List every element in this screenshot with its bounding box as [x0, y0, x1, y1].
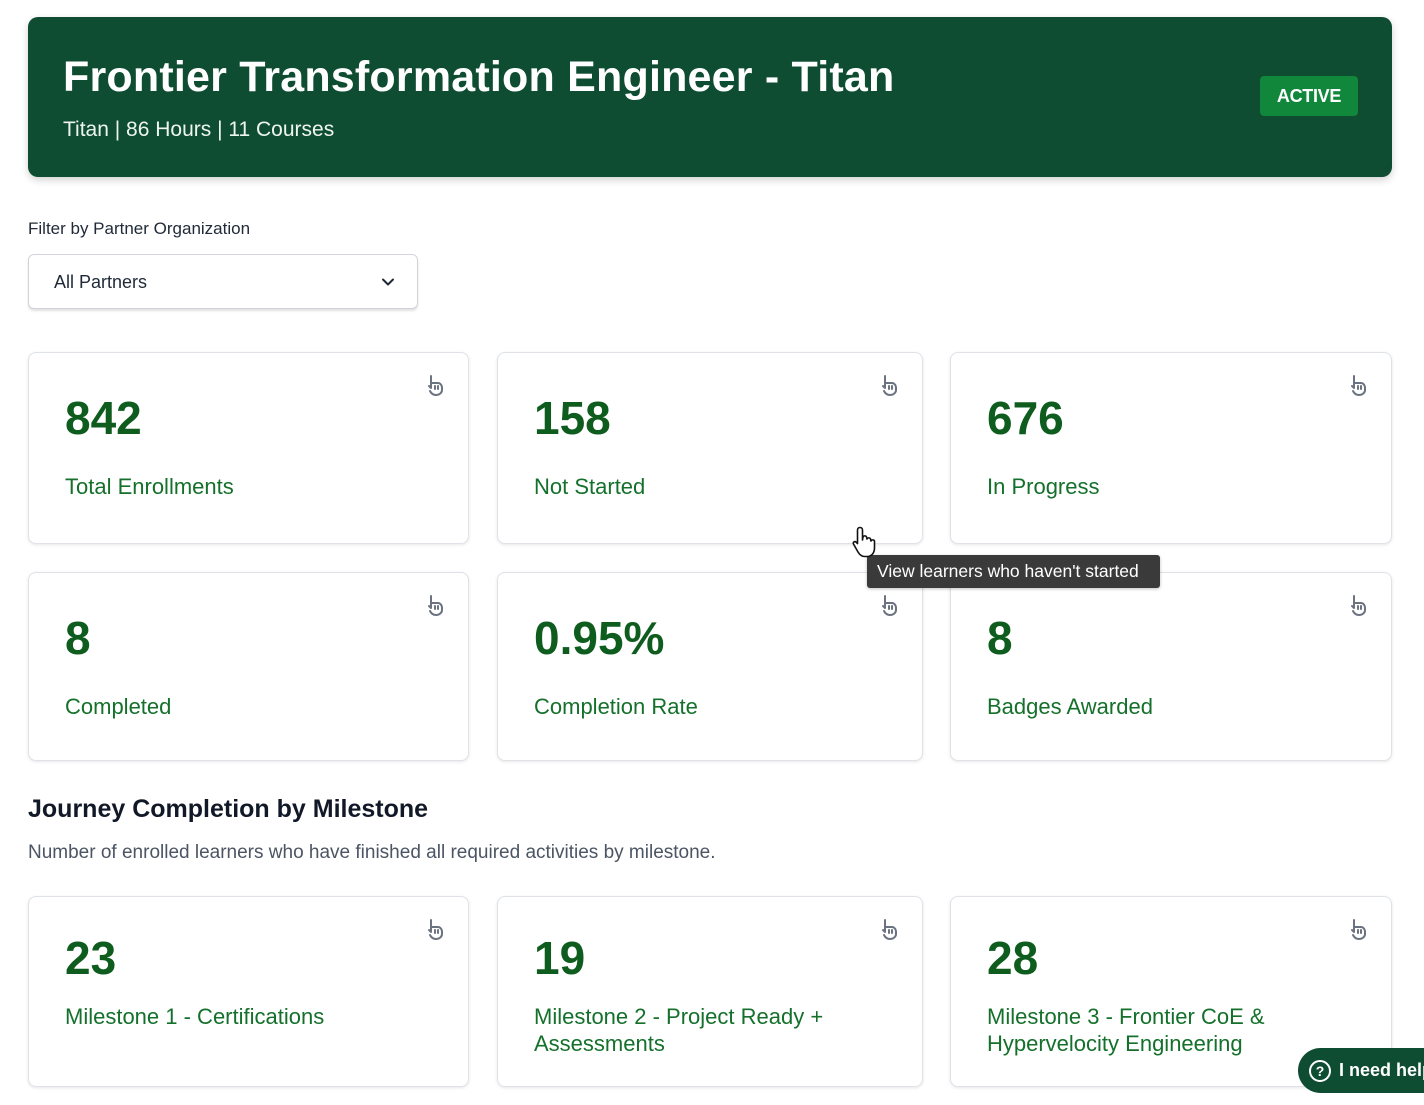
- partner-filter-select[interactable]: All Partners: [28, 254, 418, 309]
- stat-card-in-progress[interactable]: 676 In Progress: [950, 352, 1392, 544]
- header-banner: Frontier Transformation Engineer - Titan…: [28, 17, 1392, 177]
- milestone-label: Milestone 1 - Certifications: [65, 1004, 325, 1029]
- filter-label: Filter by Partner Organization: [28, 219, 251, 238]
- stat-card-completion-rate[interactable]: 0.95% Completion Rate: [497, 572, 923, 761]
- tap-pointer-icon: [1351, 595, 1366, 616]
- tap-pointer-icon: [882, 375, 897, 396]
- stat-card-not-started[interactable]: 158 Not Started: [497, 352, 923, 544]
- tap-pointer-icon: [428, 919, 443, 940]
- milestone-value: 28: [987, 932, 1039, 984]
- status-badge: ACTIVE: [1260, 76, 1358, 116]
- page-title: Frontier Transformation Engineer - Titan: [63, 53, 895, 101]
- section-subtitle: Number of enrolled learners who have fin…: [28, 842, 716, 863]
- tap-pointer-icon: [1351, 375, 1366, 396]
- chevron-down-icon: [382, 278, 394, 286]
- milestone-value: 23: [65, 932, 117, 984]
- milestone-label: Milestone 2 - Project Ready + Assessment…: [534, 1004, 824, 1056]
- stat-value: 676: [987, 392, 1064, 444]
- stat-card-total-enrollments[interactable]: 842 Total Enrollments: [28, 352, 469, 544]
- stat-label: Completed: [65, 694, 172, 719]
- stat-value: 8: [987, 612, 1013, 664]
- tap-pointer-icon: [428, 595, 443, 616]
- stat-value: 8: [65, 612, 91, 664]
- stat-label: In Progress: [987, 474, 1100, 499]
- tap-pointer-icon: [1351, 919, 1366, 940]
- stat-label: Completion Rate: [534, 694, 698, 719]
- stat-label: Badges Awarded: [987, 694, 1153, 719]
- tap-pointer-icon: [428, 375, 443, 396]
- stat-label: Not Started: [534, 474, 646, 499]
- stat-value: 0.95%: [534, 612, 665, 664]
- stat-label: Total Enrollments: [65, 474, 234, 499]
- tap-pointer-icon: [882, 919, 897, 940]
- milestone-value: 19: [534, 932, 586, 984]
- hand-cursor-icon: [852, 526, 876, 558]
- stat-value: 158: [534, 392, 611, 444]
- section-title: Journey Completion by Milestone: [28, 795, 429, 823]
- tap-pointer-icon: [882, 595, 897, 616]
- milestone-card-1[interactable]: 23 Milestone 1 - Certifications: [28, 896, 469, 1087]
- stat-value: 842: [65, 392, 142, 444]
- stat-card-completed[interactable]: 8 Completed: [28, 572, 469, 761]
- page: Frontier Transformation Engineer - Titan…: [0, 0, 1424, 1105]
- tooltip-text: View learners who haven't started: [877, 561, 1139, 581]
- stat-card-badges-awarded[interactable]: 8 Badges Awarded: [950, 572, 1392, 761]
- help-button-label: I need help: [1339, 1060, 1424, 1080]
- help-button[interactable]: ? I need help: [1298, 1048, 1424, 1093]
- milestone-card-2[interactable]: 19 Milestone 2 - Project Ready + Assessm…: [497, 896, 923, 1087]
- milestone-label: Milestone 3 - Frontier CoE & Hyperveloci…: [987, 1004, 1265, 1056]
- filter-selected-value: All Partners: [54, 272, 148, 292]
- tooltip: View learners who haven't started: [867, 555, 1160, 588]
- question-circle-icon: ?: [1309, 1059, 1331, 1082]
- page-subtitle: Titan | 86 Hours | 11 Courses: [63, 118, 335, 141]
